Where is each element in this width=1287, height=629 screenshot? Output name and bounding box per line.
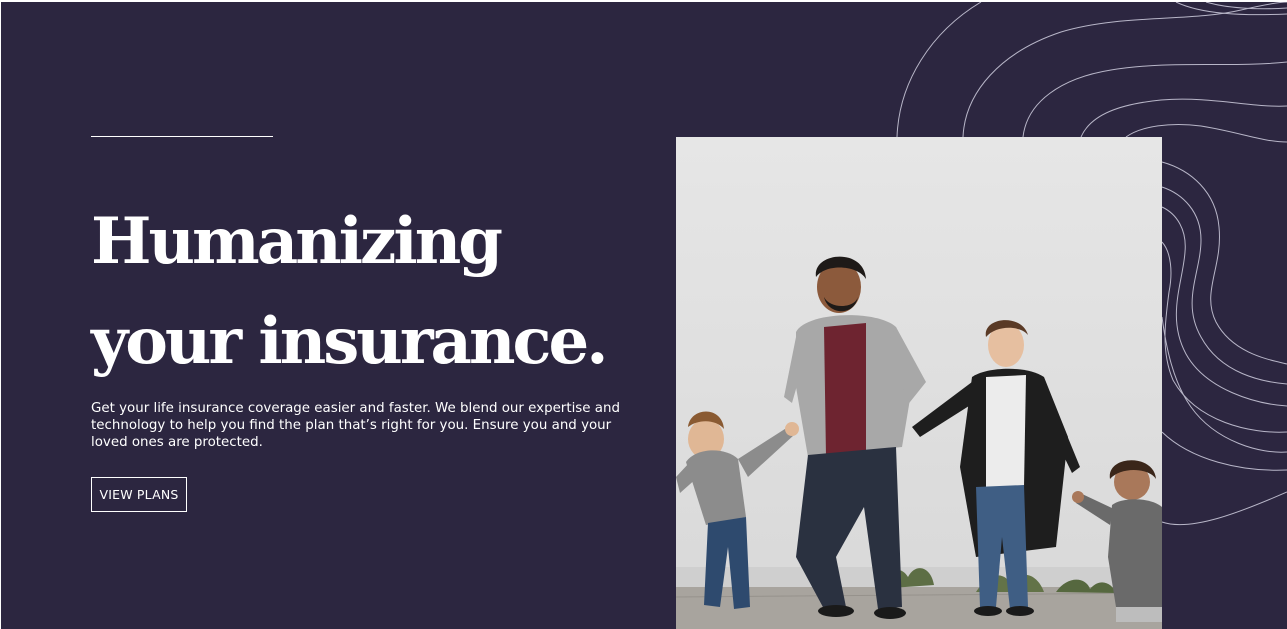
- hero-headline: Humanizing your insurance.: [91, 192, 651, 392]
- headline-line-1: Humanizing: [91, 204, 503, 279]
- family-photo: [676, 137, 1162, 629]
- hero-section: Humanizing your insurance. Get your life…: [1, 2, 1287, 629]
- family-illustration: [676, 137, 1162, 629]
- hero-description: Get your life insurance coverage easier …: [91, 401, 620, 450]
- headline-divider: [91, 136, 273, 137]
- view-plans-button[interactable]: VIEW PLANS: [91, 477, 187, 512]
- headline-line-2: your insurance.: [91, 304, 609, 379]
